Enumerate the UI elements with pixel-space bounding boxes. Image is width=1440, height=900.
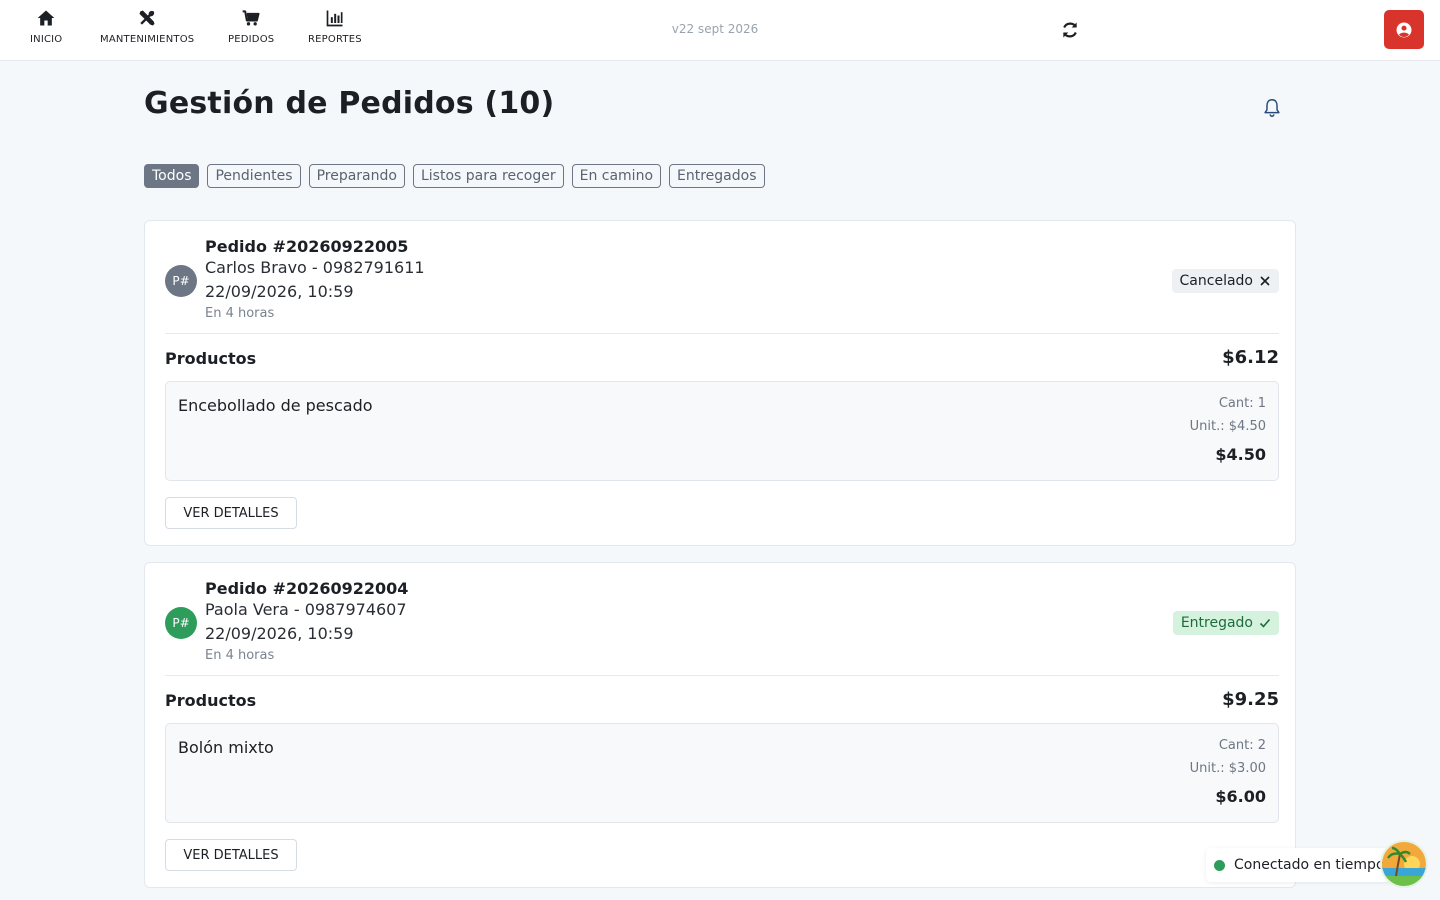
brand-logo[interactable] xyxy=(1380,840,1428,888)
view-details-button[interactable]: VER DETALLES xyxy=(165,497,297,529)
order-avatar: P# xyxy=(165,265,197,297)
connection-status: Conectado en tiempo real xyxy=(1206,848,1416,882)
order-customer: Carlos Bravo - 0982791611 xyxy=(205,258,425,277)
order-card: P# Pedido #20260922005 Carlos Bravo - 09… xyxy=(144,220,1296,546)
product-quantity: Cant: 2 xyxy=(1218,738,1266,753)
product-item: Encebollado de pescado Cant: 1 Unit.: $4… xyxy=(165,381,1279,481)
bell-icon[interactable] xyxy=(1261,97,1283,119)
status-label: Entregado xyxy=(1180,615,1253,631)
filter-preparando[interactable]: Preparando xyxy=(308,164,405,188)
products-label: Productos xyxy=(165,691,257,710)
product-item: Bolón mixto Cant: 2 Unit.: $3.00 $6.00 xyxy=(165,723,1279,823)
refresh-icon[interactable] xyxy=(1060,20,1080,40)
order-customer: Paola Vera - 0987974607 xyxy=(205,600,407,619)
product-subtotal: $6.00 xyxy=(1215,787,1266,806)
order-relative-time: En 4 horas xyxy=(205,306,275,321)
order-id: Pedido #20260922005 xyxy=(205,237,409,256)
order-card: P# Pedido #20260922004 Paola Vera - 0987… xyxy=(144,562,1296,888)
order-id: Pedido #20260922004 xyxy=(205,579,409,598)
close-icon xyxy=(1260,276,1270,286)
order-total: $9.25 xyxy=(1222,689,1279,710)
filter-entregados[interactable]: Entregados xyxy=(669,164,765,188)
order-datetime: 22/09/2026, 10:59 xyxy=(205,282,354,301)
filter-en-camino[interactable]: En camino xyxy=(571,164,662,188)
order-total: $6.12 xyxy=(1222,347,1279,368)
divider xyxy=(165,675,1279,676)
view-details-button[interactable]: VER DETALLES xyxy=(165,839,297,871)
check-icon xyxy=(1259,618,1271,628)
product-quantity: Cant: 1 xyxy=(1218,396,1266,411)
user-menu-button[interactable] xyxy=(1384,10,1424,49)
filter-listos-para-recoger[interactable]: Listos para recoger xyxy=(412,164,564,188)
order-relative-time: En 4 horas xyxy=(205,648,275,663)
status-filters: Todos Pendientes Preparando Listos para … xyxy=(144,164,765,188)
divider xyxy=(165,333,1279,334)
top-navbar: INICIO MANTENIMIENTOS PEDIDOS REPORTES v… xyxy=(0,0,1440,61)
product-unit-price: Unit.: $3.00 xyxy=(1189,761,1266,776)
beach-logo-icon xyxy=(1382,842,1426,886)
product-name: Bolón mixto xyxy=(178,738,274,757)
version-label: v22 sept 2026 xyxy=(671,22,759,36)
status-badge: Entregado xyxy=(1172,611,1279,635)
order-avatar: P# xyxy=(165,607,197,639)
page-title: Gestión de Pedidos (10) xyxy=(144,86,555,121)
status-label: Cancelado xyxy=(1179,273,1253,289)
product-name: Encebollado de pescado xyxy=(178,396,373,415)
product-unit-price: Unit.: $4.50 xyxy=(1189,419,1266,434)
connection-dot xyxy=(1214,860,1225,871)
products-label: Productos xyxy=(165,349,257,368)
filter-todos[interactable]: Todos xyxy=(144,164,200,188)
filter-pendientes[interactable]: Pendientes xyxy=(207,164,301,188)
user-circle-icon xyxy=(1396,22,1412,37)
product-subtotal: $4.50 xyxy=(1215,445,1266,464)
order-datetime: 22/09/2026, 10:59 xyxy=(205,624,354,643)
status-badge: Cancelado xyxy=(1171,269,1279,293)
